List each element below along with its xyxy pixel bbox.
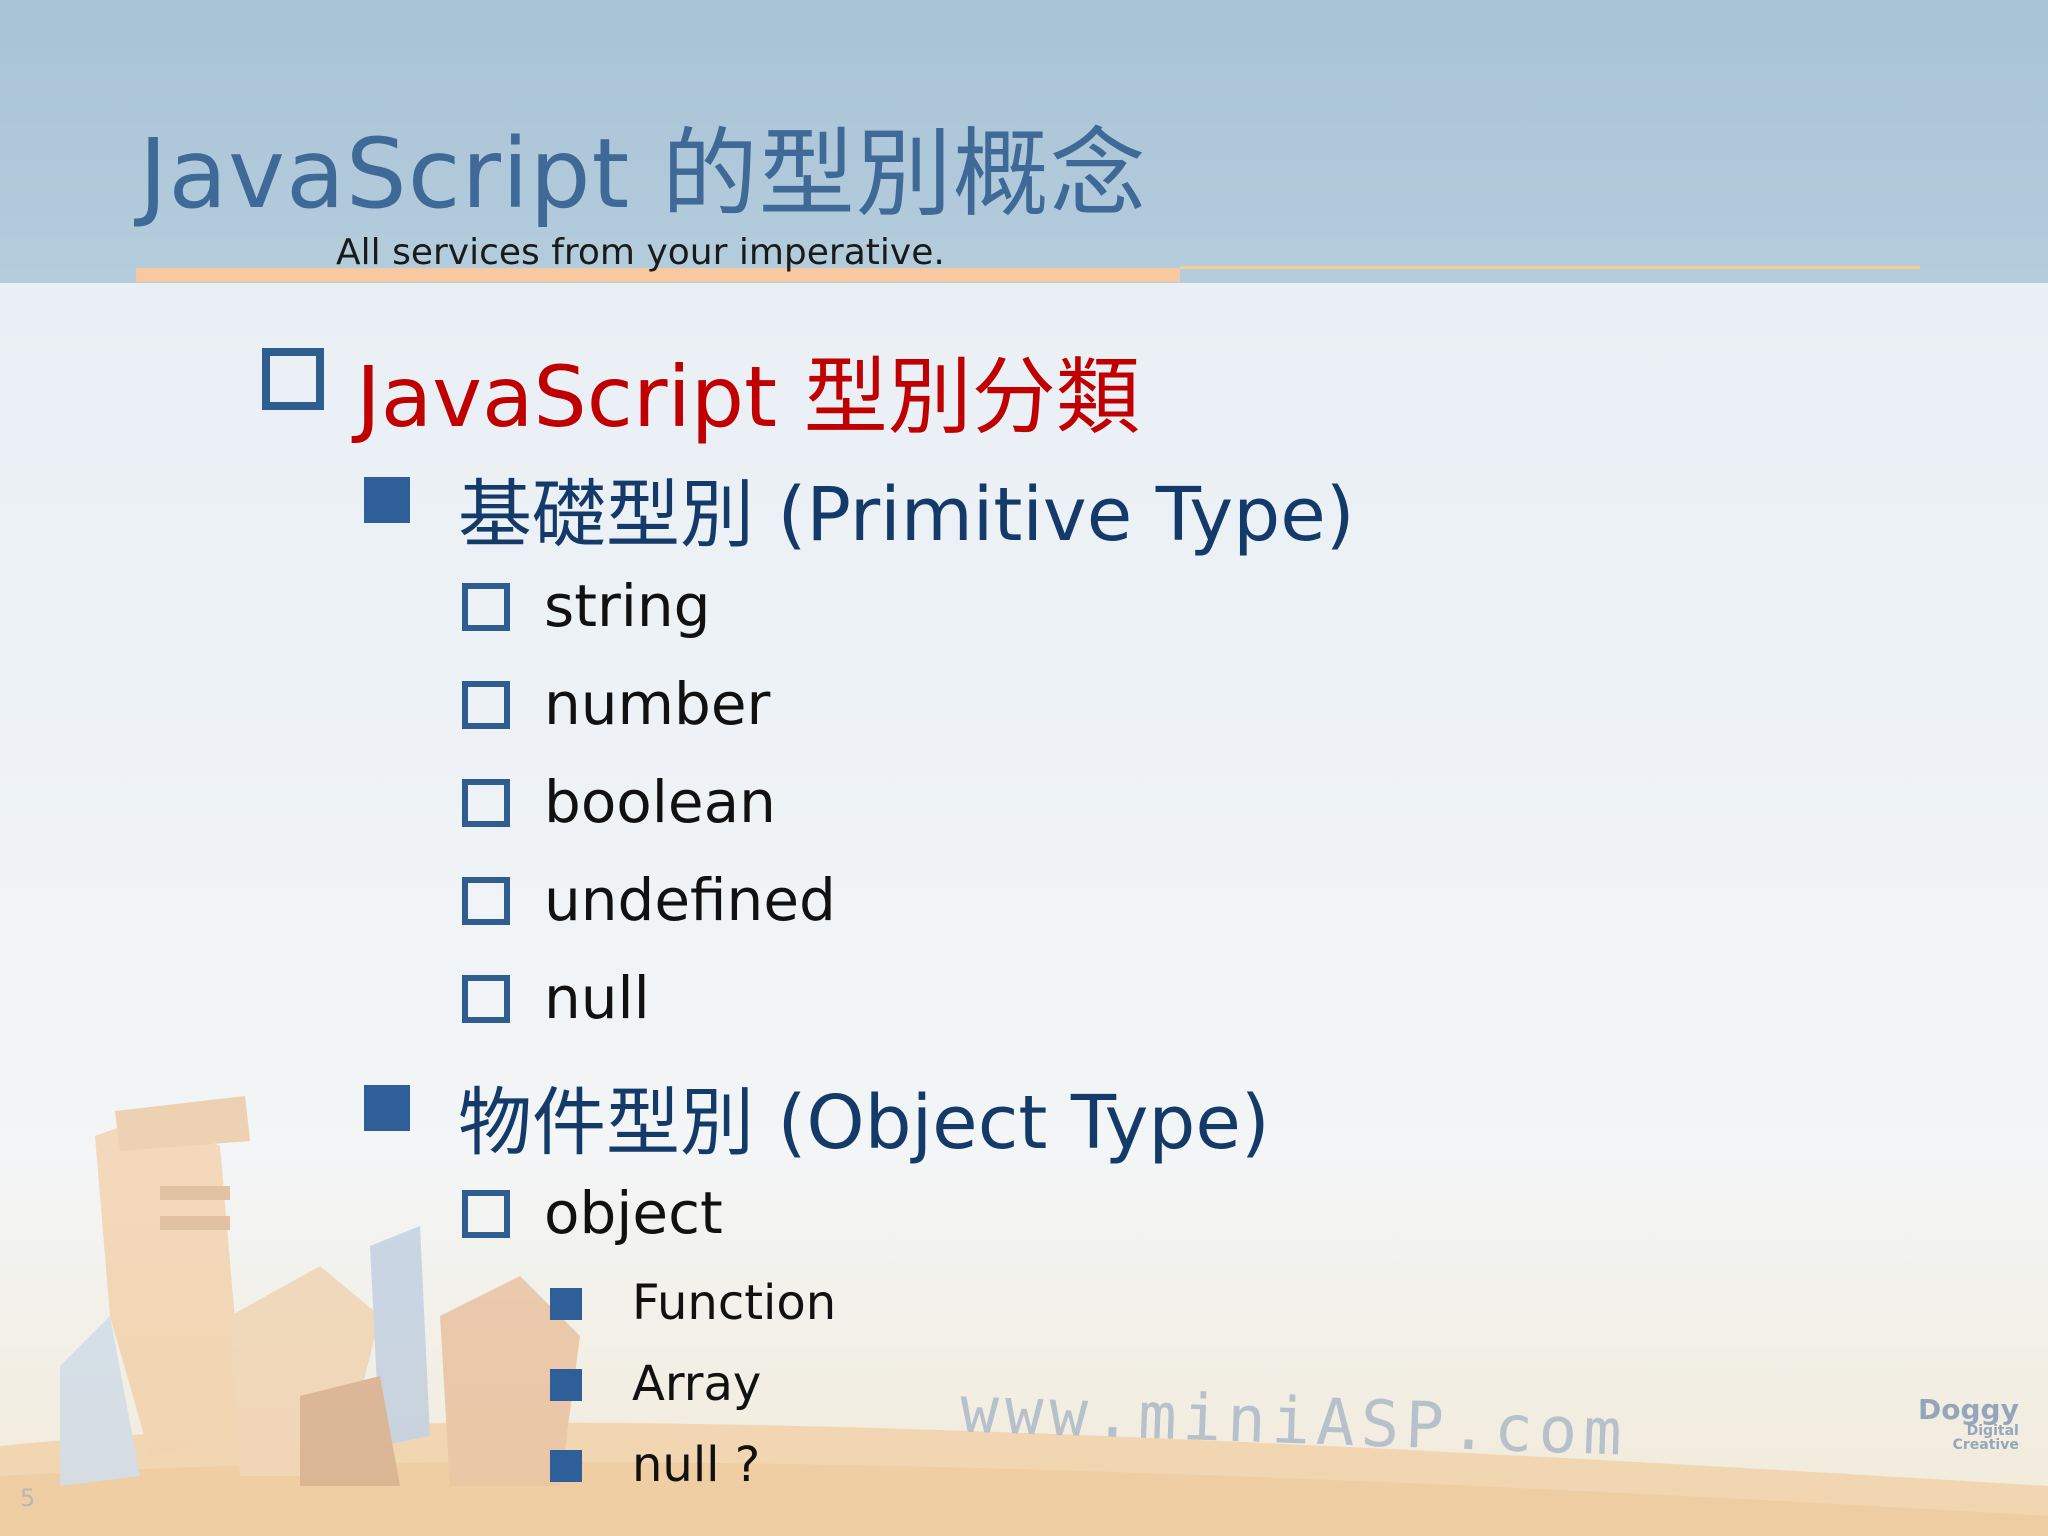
solid-square-bullet-icon [364,1085,410,1131]
object-item-object: object [544,1179,723,1247]
hollow-square-bullet-icon [462,975,510,1023]
solid-square-bullet-icon [364,477,410,523]
solid-square-bullet-icon [550,1369,582,1401]
logo-name: Doggy [1918,1393,2019,1426]
primitive-item-undefined: undefined [544,866,836,934]
primitive-item-boolean: boolean [544,768,776,836]
slide: www.miniASP.com Doggy Digital Creative J… [0,0,2048,1536]
outline-heading: JavaScript 型別分類 [356,348,1140,446]
hollow-square-bullet-icon [462,1190,510,1238]
doggy-logo: Doggy Digital Creative [1918,1393,2019,1453]
primitive-item-number: number [544,670,771,738]
primitive-item-null: null [544,964,650,1032]
object-subitem-function: Function [632,1275,837,1331]
solid-square-bullet-icon [550,1450,582,1482]
hollow-square-bullet-icon [462,681,510,729]
solid-square-bullet-icon [550,1288,582,1320]
primitive-item-string: string [544,572,711,640]
slide-subtitle: All services from your imperative. [336,232,945,273]
slide-title: JavaScript 的型別概念 [139,118,1147,230]
page-number: 5 [20,1484,36,1512]
hollow-square-bullet-icon [462,877,510,925]
object-subitem-array: Array [632,1356,762,1412]
logo-line-digital: Digital [1966,1423,2019,1439]
hollow-square-bullet-icon [462,583,510,631]
object-subitem-null: null ? [632,1437,761,1493]
logo-line-creative: Creative [1952,1437,2019,1453]
object-type-label: 物件型別 (Object Type) [458,1080,1270,1166]
hollow-square-bullet-icon [262,348,324,410]
primitive-type-label: 基礎型別 (Primitive Type) [458,472,1355,558]
hollow-square-bullet-icon [462,779,510,827]
thin-rule [1180,266,1920,269]
